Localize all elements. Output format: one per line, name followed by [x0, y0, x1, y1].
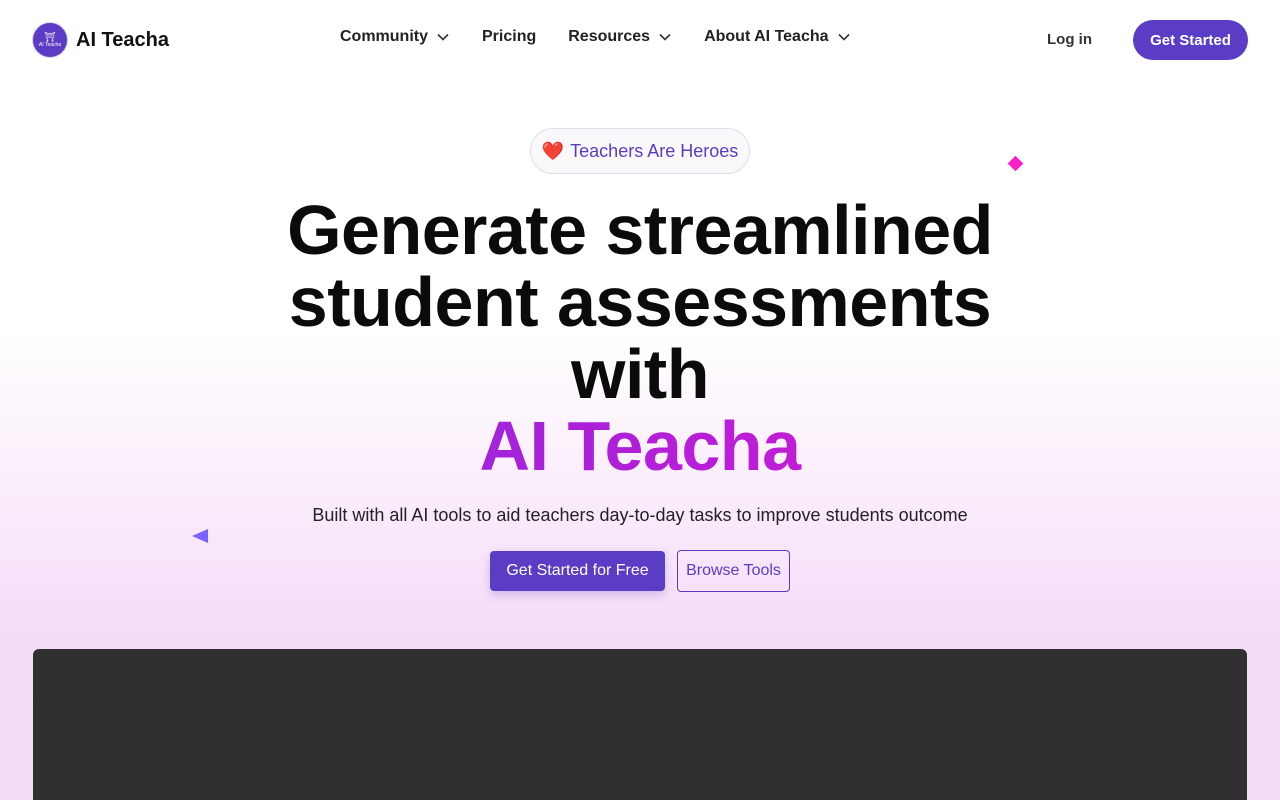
chevron-down-icon [437, 33, 449, 41]
main-nav: Community Pricing Resources About AI Tea… [340, 28, 883, 46]
site-header: ⛩ AI Teacha AI Teacha Community Pricing … [0, 0, 1280, 80]
logo-icon: ⛩ [44, 31, 56, 42]
get-started-free-button[interactable]: Get Started for Free [490, 551, 665, 591]
nav-item-label: Community [340, 28, 428, 45]
get-started-button[interactable]: Get Started [1133, 20, 1248, 60]
hero-subtitle: Built with all AI tools to aid teachers … [312, 505, 968, 525]
nav-item-pricing[interactable]: Pricing [482, 28, 536, 46]
nav-item-label: Pricing [482, 28, 537, 45]
logo-text: AI Teacha [38, 41, 62, 48]
headline-line: with [571, 335, 709, 413]
heart-icon: ❤️ [541, 140, 565, 161]
brand-name: AI Teacha [76, 28, 169, 51]
teachers-heroes-badge: ❤️ Teachers Are Heroes [530, 128, 750, 174]
headline-line: Generate streamlined [287, 191, 993, 269]
nav-item-label: Resources [568, 28, 651, 45]
nav-item-resources[interactable]: Resources [568, 28, 672, 46]
headline-line: student assessments [288, 263, 992, 341]
logo: ⛩ AI Teacha [32, 22, 68, 58]
chevron-down-icon [837, 33, 850, 41]
brand[interactable]: ⛩ AI Teacha AI Teacha [32, 22, 169, 58]
browse-tools-button[interactable]: Browse Tools [677, 550, 790, 592]
nav-item-community[interactable]: Community [340, 28, 450, 46]
badge-label: Teachers Are Heroes [570, 140, 739, 161]
chevron-down-icon [659, 33, 671, 41]
nav-item-label: About AI Teacha [704, 28, 829, 45]
login-link[interactable]: Log in [1047, 31, 1092, 48]
headline-accent: AI Teacha [240, 410, 1040, 482]
triangle-decoration-icon [192, 529, 208, 543]
diamond-decoration-icon [1007, 155, 1024, 172]
hero-headline: Generate streamlined student assessments… [240, 194, 1040, 482]
video-preview-panel[interactable] [33, 649, 1247, 800]
nav-item-about[interactable]: About AI Teacha [704, 28, 850, 46]
